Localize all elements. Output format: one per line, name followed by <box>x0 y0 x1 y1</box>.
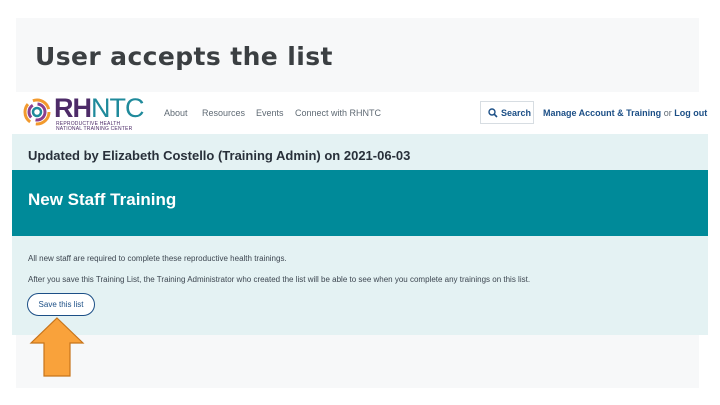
search-button[interactable]: Search <box>480 101 534 124</box>
logo-subtitle: REPRODUCTIVE HEALTH NATIONAL TRAINING CE… <box>56 121 133 132</box>
logout-link[interactable]: Log out <box>674 108 707 118</box>
list-description: All new staff are required to complete t… <box>28 254 287 263</box>
logo-swirl-icon <box>23 98 51 126</box>
manage-account-link[interactable]: Manage Account & Training <box>543 108 661 118</box>
website-screenshot: RHNTC REPRODUCTIVE HEALTH NATIONAL TRAIN… <box>12 92 708 335</box>
training-list-title: New Staff Training <box>28 190 177 209</box>
nav-resources-link[interactable]: Resources <box>202 108 245 118</box>
training-list-banner: New Staff Training <box>12 170 708 236</box>
account-links: Manage Account & Training or Log out <box>543 108 707 118</box>
search-button-label: Search <box>501 108 532 118</box>
or-separator: or <box>663 108 672 118</box>
search-icon <box>488 108 498 118</box>
nav-connect-link[interactable]: Connect with RHNTC <box>295 108 381 118</box>
updated-by-text: Updated by Elizabeth Costello (Training … <box>28 148 411 163</box>
nav-events-link[interactable]: Events <box>256 108 284 118</box>
save-list-button[interactable]: Save this list <box>27 293 95 316</box>
up-arrow-icon <box>29 317 85 377</box>
site-header: RHNTC REPRODUCTIVE HEALTH NATIONAL TRAIN… <box>12 92 708 134</box>
rhntc-logo[interactable]: RHNTC REPRODUCTIVE HEALTH NATIONAL TRAIN… <box>22 93 152 132</box>
save-list-info: After you save this Training List, the T… <box>28 275 531 284</box>
nav-about-link[interactable]: About <box>164 108 188 118</box>
logo-wordmark: RHNTC <box>54 93 144 123</box>
slide-title: User accepts the list <box>35 42 333 71</box>
